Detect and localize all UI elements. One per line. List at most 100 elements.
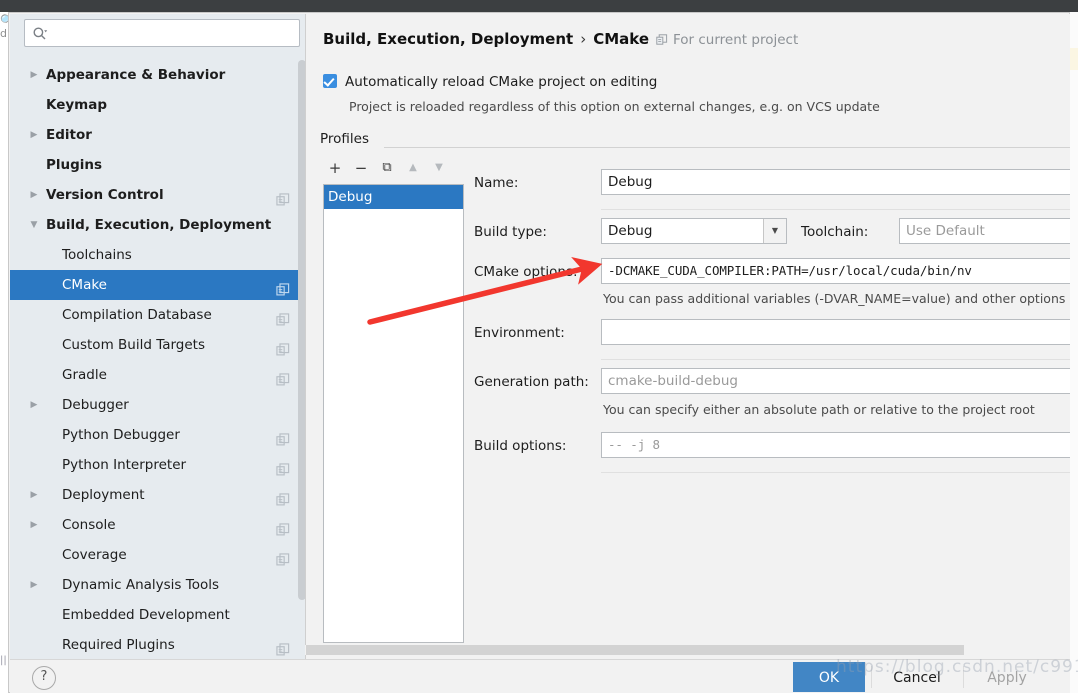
chevron-right-icon[interactable]: ▶ [28,570,40,600]
project-scope-icon [276,458,290,476]
form-divider-2 [601,359,1070,360]
sidebar-item-label: Toolchains [62,247,132,263]
auto-reload-checkbox-row[interactable]: Automatically reload CMake project on ed… [323,74,657,90]
chevron-right-icon[interactable]: ▶ [28,120,40,150]
sidebar-item-label: Python Debugger [62,427,180,443]
project-scope-icon [276,548,290,566]
cmake-options-hint: You can pass additional variables (-DVAR… [603,291,1066,306]
settings-tree[interactable]: ▶ Appearance & Behavior Keymap ▶ Editor Plugi… [10,60,306,659]
sidebar-item-plugins[interactable]: Plugins [10,150,306,180]
project-scope-icon [276,308,290,326]
cmake-options-input[interactable]: -DCMAKE_CUDA_COMPILER:PATH=/usr/local/cu… [601,258,1070,284]
auto-reload-checkbox[interactable] [323,74,337,88]
search-input[interactable] [53,20,295,48]
chevron-down-icon[interactable]: ▼ [28,210,40,240]
sidebar-item-label: Custom Build Targets [62,337,205,353]
toolchain-label: Toolchain: [801,224,869,240]
scope-hint: For current project [656,32,798,50]
sidebar-item-label: Keymap [46,97,108,113]
form-divider-1 [601,209,1070,210]
name-input[interactable]: Debug [601,169,1070,195]
breadcrumb-current: CMake [593,30,649,48]
auto-reload-hint: Project is reloaded regardless of this o… [349,99,880,114]
generation-path-input[interactable]: cmake-build-debug [601,368,1070,394]
sidebar-item-build-execution-deployment[interactable]: ▼ Build, Execution, Deployment [10,210,306,240]
sidebar-item-toolchains[interactable]: Toolchains [10,240,306,270]
build-options-input[interactable]: -- -j 8 [601,432,1070,458]
toolchain-input[interactable]: Use Default [899,218,1070,244]
build-options-label: Build options: [474,438,567,454]
sidebar-item-custom-build-targets[interactable]: Custom Build Targets [10,330,306,360]
sidebar-item-label: Embedded Development [62,607,230,623]
help-button[interactable]: ? [32,666,56,690]
sidebar-item-label: CMake [62,277,107,293]
sidebar-item-python-debugger[interactable]: Python Debugger [10,420,306,450]
chevron-right-icon[interactable]: ▶ [28,60,40,90]
sidebar-item-cmake[interactable]: CMake [10,270,306,300]
sidebar-item-label: Console [62,517,116,533]
search-field-wrapper [24,19,300,48]
chevron-right-icon[interactable]: ▶ [28,390,40,420]
sidebar-item-embedded-development[interactable]: Embedded Development [10,600,306,630]
sidebar-item-keymap[interactable]: Keymap [10,90,306,120]
sidebar-item-editor[interactable]: ▶ Editor [10,120,306,150]
sidebar-item-compilation-database[interactable]: Compilation Database [10,300,306,330]
chevron-right-icon[interactable]: ▶ [28,180,40,210]
project-scope-icon [276,338,290,356]
sidebar-item-label: Coverage [62,547,127,563]
profiles-group-divider [384,147,1070,148]
profiles-group-title: Profiles [320,131,378,147]
project-scope-icon [276,518,290,536]
build-type-combo[interactable]: Debug ▼ [601,218,787,244]
screen: ⚙ 🔍d |||m ▶Appear [0,0,1078,693]
main-hscrollbar-thumb[interactable] [306,645,964,655]
search-icon [32,26,48,42]
sidebar-item-deployment[interactable]: ▶ Deployment [10,480,306,510]
cmake-options-label: CMake options: [474,264,578,280]
project-scope-icon [276,488,290,506]
environment-label: Environment: [474,325,565,341]
settings-main-panel: Build, Execution, Deployment › CMake For c… [306,14,1070,659]
remove-profile-button[interactable]: − [350,157,372,179]
project-scope-icon [276,188,290,206]
move-down-button: ▼ [435,162,443,173]
sidebar-item-label: Dynamic Analysis Tools [62,577,219,593]
sidebar-item-console[interactable]: ▶ Console [10,510,306,540]
chevron-down-icon[interactable]: ▼ [763,219,786,243]
project-scope-icon [656,34,668,50]
add-profile-button[interactable]: + [324,157,346,179]
ide-title-bar [0,0,1078,12]
watermark: https://blog.csdn.net/c991262331 [836,657,1078,677]
project-scope-icon [276,638,290,656]
sidebar-item-label: Required Plugins [62,637,175,653]
sidebar-item-label: Gradle [62,367,107,383]
profiles-list[interactable]: Debug [323,184,464,643]
sidebar-item-label: Editor [46,127,92,143]
search-box[interactable] [24,19,300,48]
sidebar-item-required-plugins[interactable]: Required Plugins [10,630,306,659]
sidebar-item-appearance-behavior[interactable]: ▶ Appearance & Behavior [10,60,306,90]
sidebar-item-label: Compilation Database [62,307,212,323]
sidebar-item-python-interpreter[interactable]: Python Interpreter [10,450,306,480]
scope-hint-label: For current project [673,32,799,48]
sidebar-item-label: Plugins [46,157,103,173]
sidebar-item-gradle[interactable]: Gradle [10,360,306,390]
sidebar-item-dynamic-analysis-tools[interactable]: ▶ Dynamic Analysis Tools [10,570,306,600]
profiles-toolbar[interactable]: + − ⧉ ▲ ▼ [324,157,464,181]
name-label: Name: [474,175,519,191]
generation-path-label: Generation path: [474,374,589,390]
copy-profile-button[interactable]: ⧉ [376,157,398,179]
sidebar-item-label: Build, Execution, Deployment [46,217,272,233]
environment-input[interactable] [601,319,1070,345]
project-scope-icon [276,368,290,386]
sidebar-item-version-control[interactable]: ▶ Version Control [10,180,306,210]
chevron-right-icon[interactable]: ▶ [28,480,40,510]
chevron-right-icon[interactable]: ▶ [28,510,40,540]
sidebar-item-coverage[interactable]: Coverage [10,540,306,570]
settings-dialog: ▶ Appearance & Behavior Keymap ▶ Editor Plugi… [8,12,1070,693]
profile-list-item[interactable]: Debug [324,185,463,209]
project-scope-icon [276,278,290,296]
auto-reload-label: Automatically reload CMake project on ed… [345,74,658,90]
sidebar-item-debugger[interactable]: ▶ Debugger [10,390,306,420]
settings-sidebar: ▶ Appearance & Behavior Keymap ▶ Editor Plugi… [10,14,306,659]
